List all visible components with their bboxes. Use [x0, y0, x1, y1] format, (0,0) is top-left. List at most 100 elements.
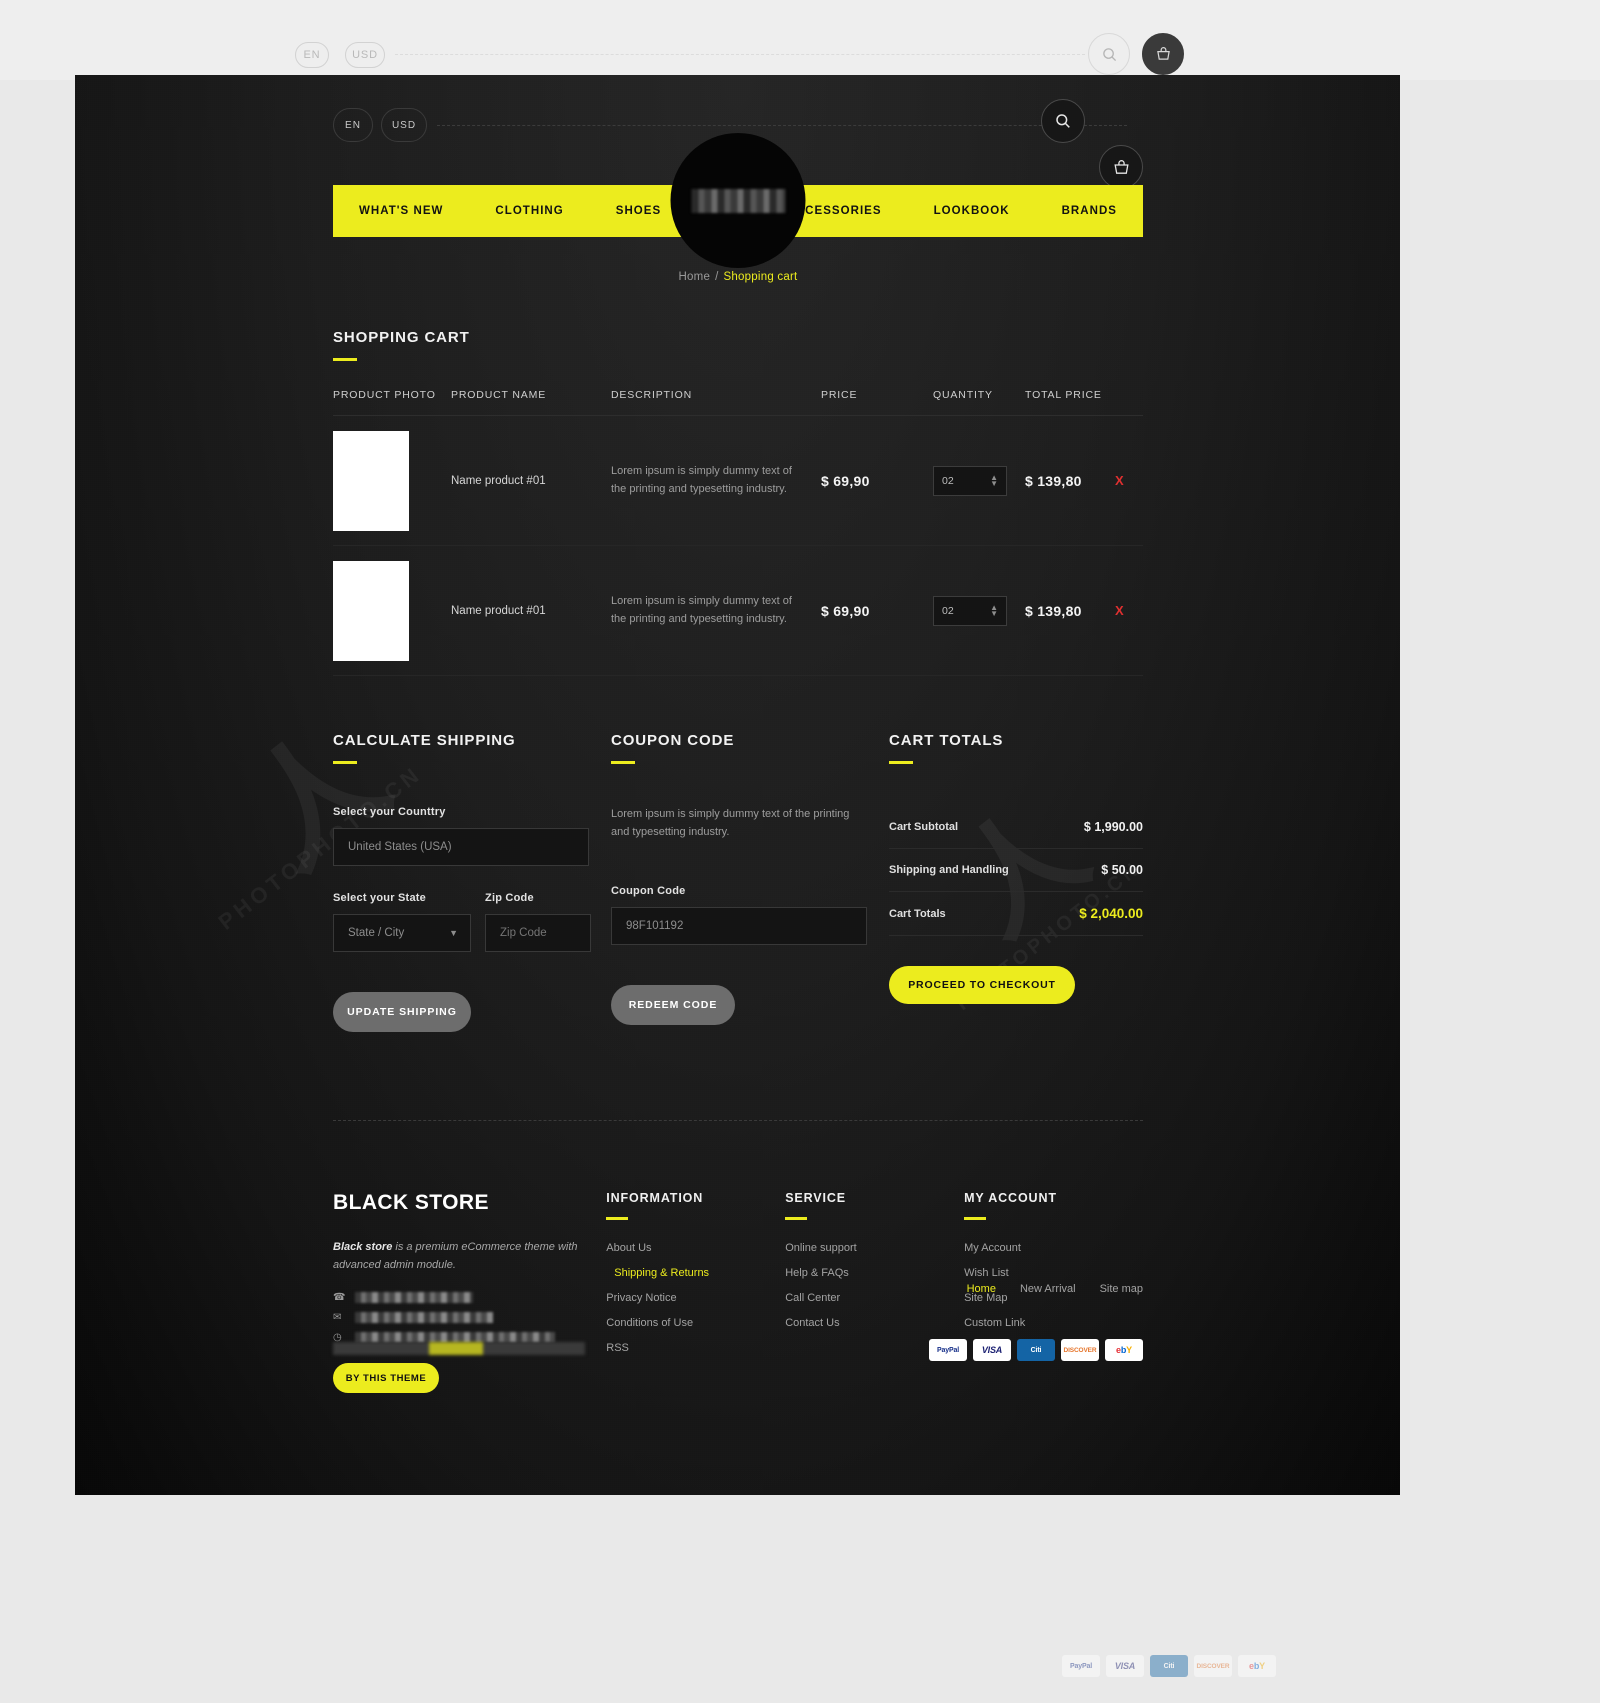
country-input[interactable]: United States (USA)	[333, 828, 589, 866]
nav-item-whats-new[interactable]: WHAT'S NEW	[333, 205, 469, 217]
column-description: DESCRIPTION	[611, 389, 692, 401]
buy-theme-button[interactable]: BY THIS THEME	[333, 1363, 439, 1394]
link-conditions-of-use[interactable]: Conditions of Use	[606, 1317, 785, 1329]
country-group: Select your Counttry United States (USA)	[333, 806, 611, 866]
link-my-account[interactable]: My Account	[964, 1242, 1143, 1254]
coupon-label: Coupon Code	[611, 885, 686, 898]
subtotal-value: $ 1,990.00	[1083, 820, 1143, 834]
pay-citi-icon: Citi	[1017, 1339, 1055, 1362]
totals-underline	[889, 761, 913, 764]
preview-lang-pill: EN	[295, 42, 329, 68]
footer-logo: BLACK STORE	[333, 1191, 489, 1214]
preview-divider	[395, 54, 1085, 55]
cart-item-description: Lorem ipsum is simply dummy text of the …	[611, 465, 792, 495]
remove-item-button[interactable]: X	[1115, 603, 1143, 618]
quantity-stepper[interactable]: 02 ▲ ▼	[933, 465, 1007, 496]
column-product-photo: PRODUCT PHOTO	[333, 389, 436, 401]
coupon-underline	[611, 761, 635, 764]
currency-selector[interactable]: USD	[381, 108, 427, 142]
cart-item-total: $ 139,80	[1025, 602, 1082, 619]
cart-item-quantity-wrap: 02 ▲ ▼	[933, 595, 1025, 626]
cart-item-description: Lorem ipsum is simply dummy text of the …	[611, 595, 792, 625]
cart-item-photo[interactable]	[333, 430, 451, 531]
totals-row-shipping: Shipping and Handling $ 50.00	[889, 849, 1143, 892]
footer-information-title: INFORMATION	[606, 1191, 704, 1205]
link-online-support[interactable]: Online support	[785, 1242, 964, 1254]
quantity-value: 02	[942, 474, 954, 487]
link-shipping-returns[interactable]: Shipping & Returns	[606, 1267, 785, 1279]
link-privacy-notice[interactable]: Privacy Notice	[606, 1292, 785, 1304]
breadcrumb-home[interactable]: Home	[678, 271, 710, 283]
bottom-link-site-map[interactable]: Site map	[1100, 1283, 1143, 1295]
link-contact-us[interactable]: Contact Us	[785, 1317, 964, 1329]
footer-divider	[333, 1120, 1143, 1121]
language-selector[interactable]: EN	[333, 108, 373, 142]
shipping-handling-value: $ 50.00	[1101, 863, 1143, 877]
coupon-input[interactable]: 98F101192	[611, 907, 867, 946]
nav-item-clothing[interactable]: CLOTHING	[469, 205, 589, 217]
cart-button[interactable]	[1099, 145, 1143, 189]
breadcrumb-current: Shopping cart	[723, 271, 798, 283]
table-row: Name product #01 Lorem ipsum is simply d…	[333, 546, 1143, 676]
breadcrumb: Home / Shopping cart	[333, 271, 1143, 283]
search-button[interactable]	[1041, 99, 1085, 143]
totals-row-subtotal: Cart Subtotal $ 1,990.00	[889, 806, 1143, 849]
link-about-us[interactable]: About Us	[606, 1242, 785, 1254]
cart-item-name: Name product #01	[451, 474, 546, 487]
cart-item-photo[interactable]	[333, 560, 451, 661]
shipping-underline	[333, 761, 357, 764]
bottom-link-home[interactable]: Home	[967, 1283, 996, 1295]
footer-about-strong: Black store	[333, 1241, 393, 1253]
shipping-handling-label: Shipping and Handling	[889, 864, 1009, 876]
cart-totals-panel: CART TOTALS Cart Subtotal $ 1,990.00 Shi…	[889, 732, 1143, 1032]
quantity-stepper[interactable]: 02 ▲ ▼	[933, 595, 1007, 626]
quantity-spinner-icon[interactable]: ▲ ▼	[990, 603, 998, 617]
preview-search-icon	[1088, 33, 1130, 75]
quantity-value: 02	[942, 604, 954, 617]
mail-icon: ✉	[333, 1312, 342, 1324]
link-custom-link[interactable]: Custom Link	[964, 1317, 1143, 1329]
product-thumbnail	[333, 430, 409, 531]
contact-phone-row: ☎	[333, 1292, 606, 1304]
footer-service-title: SERVICE	[785, 1191, 846, 1205]
copyright-redacted	[333, 1342, 585, 1356]
update-shipping-button[interactable]: UPDATE SHIPPING	[333, 992, 471, 1032]
redeem-code-button[interactable]: REDEEM CODE	[611, 985, 735, 1026]
footer-about: Black store is a premium eCommerce theme…	[333, 1239, 579, 1274]
site-logo[interactable]	[670, 133, 806, 268]
zip-input[interactable]	[485, 914, 591, 952]
calculate-shipping-panel: CALCULATE SHIPPING Select your Counttry …	[333, 732, 611, 1032]
preview-currency-pill: USD	[345, 42, 385, 68]
link-wish-list[interactable]: Wish List	[964, 1267, 1143, 1279]
remove-item-button[interactable]: X	[1115, 473, 1143, 488]
table-row: Name product #01 Lorem ipsum is simply d…	[333, 416, 1143, 546]
zip-group: Zip Code	[485, 892, 591, 952]
cart-actions-section: CALCULATE SHIPPING Select your Counttry …	[333, 732, 1143, 1032]
preview-payment-badges: PayPal VISA Citi DISCOVER ebY	[1062, 1655, 1276, 1677]
quantity-spinner-icon[interactable]: ▲ ▼	[990, 473, 998, 487]
footer-brand-column: BLACK STORE Black store is a premium eCo…	[333, 1191, 606, 1394]
footer-column-information: INFORMATION About Us Shipping & Returns …	[606, 1191, 785, 1393]
coupon-description: Lorem ipsum is simply dummy text of the …	[611, 808, 850, 838]
nav-item-lookbook[interactable]: LOOKBOOK	[908, 205, 1036, 217]
totals-title: CART TOTALS	[889, 732, 1004, 749]
cart-totals-value: $ 2,040.00	[1079, 906, 1143, 921]
page-title: SHOPPING CART	[333, 329, 470, 346]
proceed-to-checkout-button[interactable]: PROCEED TO CHECKOUT	[889, 966, 1075, 1004]
pay-paypal-icon: PayPal	[929, 1339, 967, 1362]
nav-item-brands[interactable]: BRANDS	[1036, 205, 1143, 217]
pay-ebay-icon: ebY	[1105, 1339, 1143, 1362]
preview-pay-visa: VISA	[1106, 1655, 1144, 1677]
link-call-center[interactable]: Call Center	[785, 1292, 964, 1304]
state-select[interactable]: State / City ▼	[333, 914, 471, 952]
zip-label: Zip Code	[485, 892, 534, 904]
preview-chrome	[0, 0, 1600, 80]
subtotal-label: Cart Subtotal	[889, 821, 959, 833]
state-group: Select your State State / City ▼	[333, 892, 471, 952]
link-help-faqs[interactable]: Help & FAQs	[785, 1267, 964, 1279]
footer-contact-list: ☎ ✉ ◷	[333, 1292, 606, 1344]
title-underline	[333, 358, 357, 361]
product-thumbnail	[333, 560, 409, 661]
preview-pay-ebay: ebY	[1238, 1655, 1276, 1677]
bottom-link-new-arrival[interactable]: New Arrival	[1020, 1283, 1076, 1295]
